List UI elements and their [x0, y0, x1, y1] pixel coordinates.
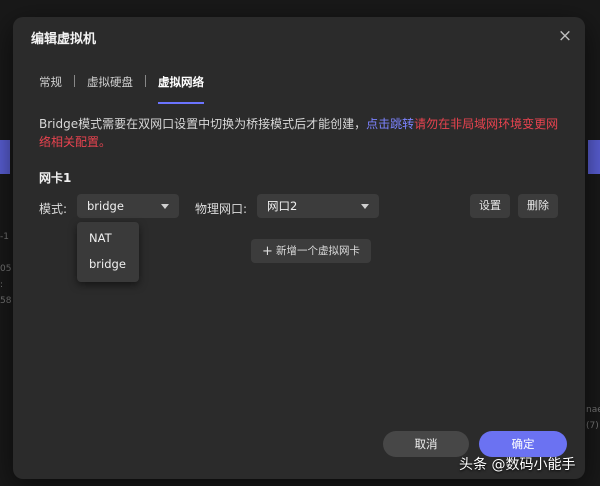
- background-text-fragment: (7): [586, 421, 599, 431]
- edit-vm-dialog: 编辑虚拟机 × 常规 虚拟硬盘 虚拟网络 Bridge模式需要在双网口设置中切换…: [13, 17, 585, 479]
- cancel-button[interactable]: 取消: [383, 431, 469, 457]
- tab-virtual-network[interactable]: 虚拟网络: [158, 73, 204, 104]
- jump-link[interactable]: 点击跳转: [366, 117, 414, 131]
- mode-label: 模式:: [39, 202, 68, 216]
- port-select-value: 网口2: [267, 199, 298, 213]
- tab-virtual-disk[interactable]: 虚拟硬盘: [87, 73, 133, 101]
- tab-general[interactable]: 常规: [39, 73, 62, 101]
- nic-title: 网卡1: [39, 171, 72, 185]
- watermark: 头条 @数码小能手: [459, 457, 576, 473]
- caret-down-icon: [361, 204, 369, 209]
- background-text-fragment: -1: [0, 232, 9, 242]
- mode-select-value: bridge: [87, 199, 124, 213]
- port-label: 物理网口:: [195, 202, 248, 216]
- background-text-fragment: nae: [586, 405, 600, 415]
- tab-divider: [74, 75, 75, 87]
- mode-option-nat[interactable]: NAT: [77, 225, 139, 251]
- mode-select[interactable]: bridge: [77, 194, 179, 218]
- delete-button[interactable]: 删除: [518, 194, 558, 218]
- plus-icon: +: [262, 244, 273, 259]
- mode-dropdown-menu: NAT bridge: [77, 222, 139, 282]
- background-highlight-row: [0, 140, 10, 174]
- settings-button[interactable]: 设置: [470, 194, 510, 218]
- caret-down-icon: [161, 204, 169, 209]
- background-text-fragment: 58: [0, 296, 12, 306]
- add-nic-label: 新增一个虚拟网卡: [275, 245, 360, 257]
- notice-text: Bridge模式需要在双网口设置中切换为桥接模式后才能创建，: [39, 117, 367, 131]
- bridge-notice: Bridge模式需要在双网口设置中切换为桥接模式后才能创建，点击跳转请勿在非局域…: [39, 115, 569, 151]
- background-text-fragment: 05: [0, 264, 12, 274]
- add-nic-button[interactable]: + 新增一个虚拟网卡: [251, 239, 371, 263]
- port-select[interactable]: 网口2: [257, 194, 379, 218]
- tab-divider: [145, 75, 146, 87]
- mode-option-bridge[interactable]: bridge: [77, 251, 139, 277]
- close-icon[interactable]: ×: [555, 26, 575, 46]
- background-text-fragment: :: [0, 280, 4, 290]
- dialog-title: 编辑虚拟机: [31, 32, 97, 47]
- tab-bar: 常规 虚拟硬盘 虚拟网络: [39, 73, 204, 104]
- background-highlight-row-right: [588, 140, 600, 174]
